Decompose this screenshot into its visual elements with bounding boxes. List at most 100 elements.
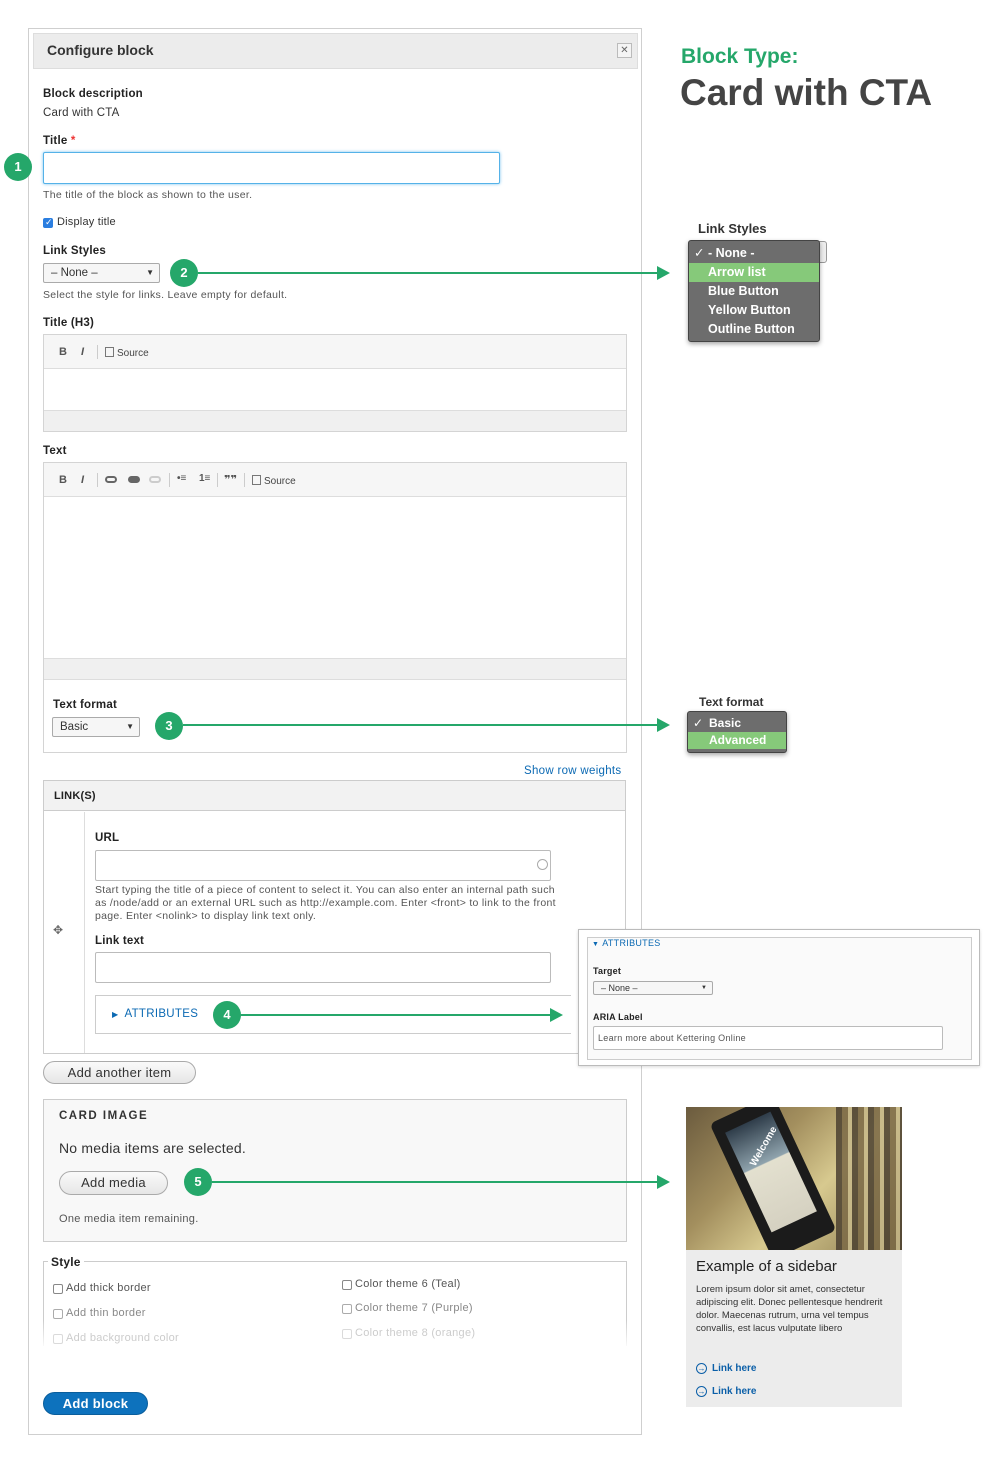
link-styles-menu-title: Link Styles xyxy=(698,221,767,236)
toolbar-separator xyxy=(169,473,170,487)
target-select[interactable]: – None – ▼ xyxy=(593,981,713,995)
sidebar-example-title: Example of a sidebar xyxy=(696,1258,837,1275)
source-icon xyxy=(105,347,114,357)
menu-option-advanced[interactable]: Advanced xyxy=(688,732,786,749)
links-header: LINK(S) xyxy=(54,790,96,802)
links-table-header xyxy=(44,781,625,811)
text-format-select[interactable]: Basic ▼ xyxy=(52,717,140,737)
chevron-down-icon: ▼ xyxy=(701,985,707,991)
link-styles-menu: ✓ - None - Arrow list Blue Button Yellow … xyxy=(688,240,820,342)
chevron-down-icon: ▼ xyxy=(126,722,134,731)
title-h3-editor[interactable]: B I Source xyxy=(43,334,627,432)
style-option-label: Color theme 8 (orange) xyxy=(355,1327,476,1339)
menu-option-basic[interactable]: ✓ Basic xyxy=(688,715,786,732)
menu-option-arrow-list[interactable]: Arrow list xyxy=(689,263,819,282)
style-checkbox[interactable] xyxy=(342,1329,352,1339)
style-checkbox[interactable] xyxy=(53,1284,63,1294)
source-label: Source xyxy=(264,476,296,487)
callout-badge-1: 1 xyxy=(4,153,32,181)
text-label: Text xyxy=(43,445,67,457)
add-media-button[interactable]: Add media xyxy=(59,1171,168,1195)
link-icon[interactable] xyxy=(105,476,117,483)
bulleted-list-icon[interactable]: •≡ xyxy=(177,473,186,484)
display-title-checkbox[interactable] xyxy=(43,217,53,228)
attributes-expanded-summary[interactable]: ▼ ATTRIBUTES xyxy=(592,938,661,948)
add-block-button[interactable]: Add block xyxy=(43,1392,148,1415)
numbered-list-icon[interactable]: 1≡ xyxy=(199,473,210,484)
style-option-label: Color theme 7 (Purple) xyxy=(355,1302,473,1314)
url-input[interactable] xyxy=(95,850,551,881)
title-label: Title * xyxy=(43,135,76,147)
menu-option-none[interactable]: ✓ - None - xyxy=(689,244,819,263)
no-media-message: No media items are selected. xyxy=(59,1140,246,1156)
editor-footer xyxy=(44,410,626,431)
text-editor[interactable]: B I •≡ 1≡ ❞❞ Source Text format Basic ▼ xyxy=(43,462,627,753)
attributes-summary[interactable]: ▶ ATTRIBUTES xyxy=(112,1008,198,1020)
close-icon[interactable]: ✕ xyxy=(617,43,632,58)
arrow-right-icon xyxy=(657,266,670,280)
bookshelf-image xyxy=(836,1107,902,1250)
arrow-right-icon xyxy=(657,718,670,732)
callout-badge-3: 3 xyxy=(155,712,183,740)
add-another-item-button[interactable]: Add another item xyxy=(43,1061,196,1084)
italic-button[interactable]: I xyxy=(81,346,84,358)
checkmark-icon: ✓ xyxy=(694,246,705,260)
callout-arrow-line xyxy=(241,1014,551,1016)
sidebar-example-body: Lorem ipsum dolor sit amet, consectetur … xyxy=(696,1284,883,1334)
block-description-value: Card with CTA xyxy=(43,107,120,119)
style-checkbox[interactable] xyxy=(53,1334,63,1344)
sidebar-example-link[interactable]: → Link here xyxy=(696,1363,756,1374)
arrow-circle-right-icon: → xyxy=(696,1386,707,1397)
menu-option-label: Basic xyxy=(709,716,742,730)
sidebar-example-link-label: Link here xyxy=(712,1363,757,1374)
style-checkbox[interactable] xyxy=(342,1280,352,1290)
style-legend: Style xyxy=(48,1255,84,1269)
style-checkbox[interactable] xyxy=(342,1304,352,1314)
text-format-label: Text format xyxy=(53,699,117,711)
display-title-label: Display title xyxy=(57,216,116,228)
link-styles-help: Select the style for links. Leave empty … xyxy=(43,289,288,301)
style-option-label: Add thick border xyxy=(66,1282,151,1294)
dialog-title: Configure block xyxy=(47,42,154,58)
sidebar-example-link[interactable]: → Link here xyxy=(696,1386,756,1397)
source-label: Source xyxy=(117,348,149,359)
autocomplete-throbber-icon xyxy=(537,859,548,870)
source-button[interactable]: Source xyxy=(252,475,296,487)
text-format-select-value: Basic xyxy=(60,721,89,733)
chevron-down-icon: ▼ xyxy=(146,268,154,277)
link-styles-select-value: – None – xyxy=(51,267,98,279)
blockquote-icon[interactable]: ❞❞ xyxy=(224,473,237,486)
drag-handle-icon[interactable]: ✥ xyxy=(53,923,63,937)
menu-option-blue-button[interactable]: Blue Button xyxy=(689,282,819,301)
aria-label-input[interactable]: Learn more about Kettering Online xyxy=(593,1026,943,1050)
attributes-expanded-label: ATTRIBUTES xyxy=(602,938,661,948)
editor-footer xyxy=(44,658,626,680)
link-styles-select[interactable]: – None – ▼ xyxy=(43,263,160,283)
italic-button[interactable]: I xyxy=(81,474,84,486)
text-format-menu-title: Text format xyxy=(699,695,764,709)
bold-button[interactable]: B xyxy=(59,346,67,358)
unlink-icon[interactable] xyxy=(128,476,140,483)
target-label: Target xyxy=(593,966,622,976)
callout-badge-4: 4 xyxy=(213,1001,241,1029)
menu-option-yellow-button[interactable]: Yellow Button xyxy=(689,301,819,320)
url-help: Start typing the title of a piece of con… xyxy=(95,884,556,923)
title-help: The title of the block as shown to the u… xyxy=(43,189,253,201)
block-type-label: Block Type: xyxy=(681,45,799,68)
aria-label-label: ARIA Label xyxy=(593,1012,643,1022)
toolbar-separator xyxy=(244,473,245,487)
title-h3-label: Title (H3) xyxy=(43,317,94,329)
style-checkbox[interactable] xyxy=(53,1309,63,1319)
callout-badge-5: 5 xyxy=(184,1168,212,1196)
bold-button[interactable]: B xyxy=(59,474,67,486)
show-row-weights-link[interactable]: Show row weights xyxy=(524,765,621,777)
title-input[interactable] xyxy=(43,152,500,184)
arrow-right-icon xyxy=(657,1175,670,1189)
toolbar-separator xyxy=(97,473,98,487)
menu-option-outline-button[interactable]: Outline Button xyxy=(689,320,819,339)
drag-column-divider xyxy=(84,812,85,1053)
anchor-icon xyxy=(149,476,161,483)
link-text-input[interactable] xyxy=(95,952,551,983)
callout-arrow-line xyxy=(198,272,658,274)
source-button[interactable]: Source xyxy=(105,347,149,359)
